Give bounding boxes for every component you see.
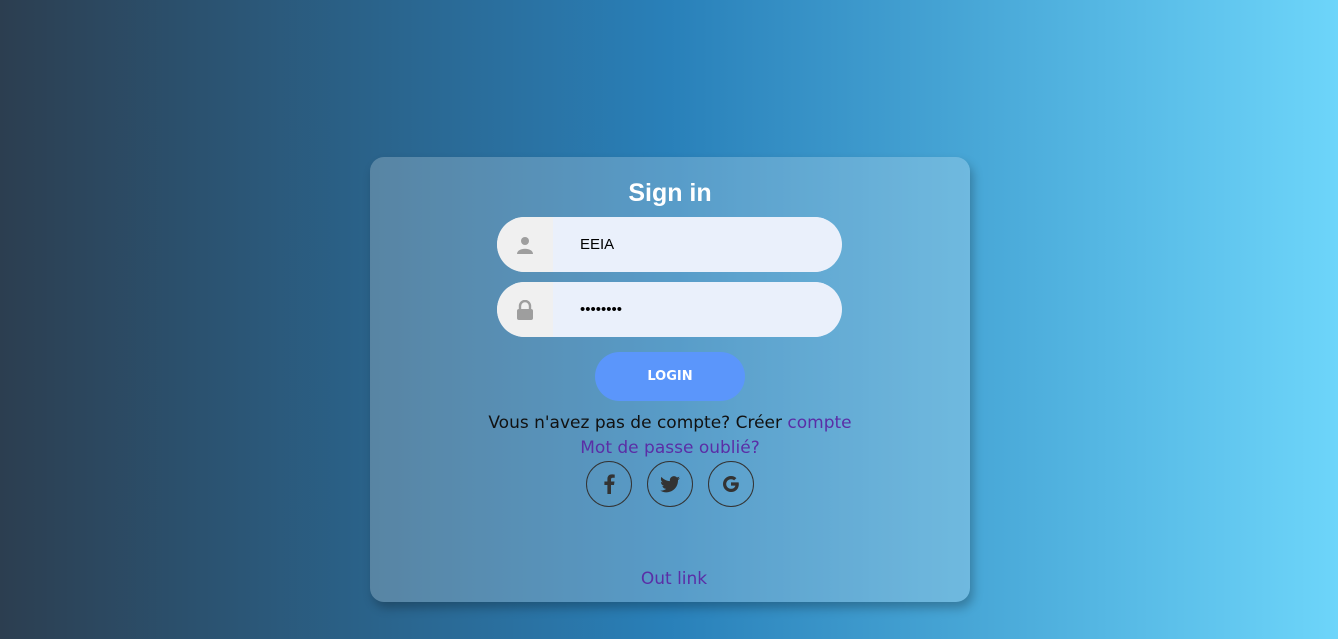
password-field[interactable] (497, 282, 842, 337)
lock-icon (497, 282, 553, 337)
social-login-group (586, 461, 754, 507)
signup-prompt: Vous n'avez pas de compte? Créer (488, 413, 788, 433)
login-card: Sign in LOGIN Vous n'avez pas de compte?… (370, 157, 970, 602)
signup-text: Vous n'avez pas de compte? Créer compte (370, 413, 970, 433)
page-title: Sign in (628, 179, 712, 207)
google-icon[interactable] (708, 461, 754, 507)
forgot-password-container: Mot de passe oublié? (370, 438, 970, 458)
username-input[interactable] (553, 217, 835, 272)
facebook-icon[interactable] (586, 461, 632, 507)
out-link-container: Out link (370, 569, 970, 589)
twitter-icon[interactable] (647, 461, 693, 507)
out-link[interactable]: Out link (641, 569, 707, 589)
password-input[interactable] (553, 282, 835, 337)
create-account-link[interactable]: compte (787, 413, 851, 433)
user-icon (497, 217, 553, 272)
username-field[interactable] (497, 217, 842, 272)
login-button[interactable]: LOGIN (595, 352, 745, 401)
forgot-password-link[interactable]: Mot de passe oublié? (580, 438, 759, 458)
